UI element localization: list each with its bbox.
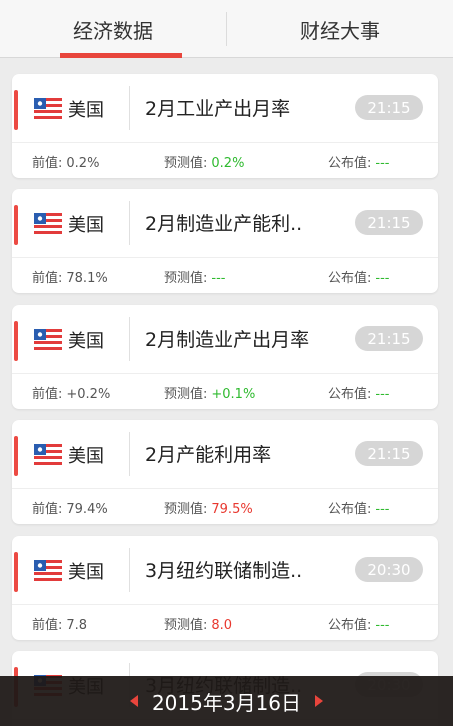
- event-time: 21:15: [355, 441, 423, 466]
- prev-label: 前值:: [32, 156, 63, 171]
- event-title: 2月制造业产能利..: [145, 213, 303, 235]
- forecast-label: 预测值:: [164, 156, 208, 171]
- prev-value: 前值: +0.2%: [32, 383, 110, 402]
- us-flag-icon: [34, 213, 62, 234]
- event-card[interactable]: 美国 2月制造业产能利.. 21:15 前值: 78.1% 预测值: --- 公布值: ---: [12, 189, 438, 293]
- card-separator: [12, 142, 438, 143]
- event-card[interactable]: 美国 2月工业产出月率 21:15 前值: 0.2% 预测值: 0.2% 公布值: ---: [12, 74, 438, 178]
- card-separator: [12, 373, 438, 374]
- prev-value: 前值: 7.8: [32, 614, 87, 633]
- published-label: 公布值:: [328, 618, 372, 633]
- current-date[interactable]: 2015年3月16日: [152, 687, 301, 716]
- event-card[interactable]: 美国 2月产能利用率 21:15 前值: 79.4% 预测值: 79.5% 公布值: ---: [12, 420, 438, 524]
- forecast-label: 预测值:: [164, 271, 208, 286]
- event-country: 美国: [68, 562, 104, 583]
- event-country: 美国: [68, 215, 104, 236]
- prev-number: 78.1%: [66, 271, 108, 286]
- event-card[interactable]: 美国 3月纽约联储制造.. 20:30 前值: 7.8 预测值: 8.0 公布值: ---: [12, 536, 438, 640]
- event-list[interactable]: 美国 2月工业产出月率 21:15 前值: 0.2% 预测值: 0.2% 公布值: --- 美国 2…: [0, 58, 453, 726]
- prev-value: 前值: 78.1%: [32, 267, 108, 286]
- forecast-label: 预测值:: [164, 502, 208, 517]
- forecast-number: 8.0: [211, 618, 233, 633]
- event-time: 20:30: [355, 557, 423, 582]
- published-label: 公布值:: [328, 156, 372, 171]
- prev-number: 79.4%: [66, 502, 108, 517]
- importance-bar: [14, 436, 18, 476]
- event-time: 21:15: [355, 210, 423, 235]
- published-number: ---: [375, 156, 390, 171]
- forecast-number: ---: [211, 271, 226, 286]
- card-separator: [12, 604, 438, 605]
- published-value: 公布值: ---: [328, 267, 389, 286]
- event-title: 3月纽约联储制造..: [145, 560, 303, 582]
- published-value: 公布值: ---: [328, 383, 389, 402]
- card-divider: [129, 548, 130, 592]
- us-flag-icon: [34, 560, 62, 581]
- tab-bar: 经济数据 财经大事: [0, 0, 453, 58]
- importance-bar: [14, 552, 18, 592]
- card-divider: [129, 201, 130, 245]
- tab-financial-events[interactable]: 财经大事: [227, 0, 453, 58]
- forecast-number: 79.5%: [211, 502, 253, 517]
- forecast-value: 预测值: +0.1%: [164, 383, 255, 402]
- forecast-number: +0.1%: [211, 387, 256, 402]
- published-number: ---: [375, 502, 390, 517]
- card-divider: [129, 86, 130, 130]
- card-separator: [12, 257, 438, 258]
- prev-label: 前值:: [32, 271, 63, 286]
- published-label: 公布值:: [328, 271, 372, 286]
- event-country: 美国: [68, 100, 104, 121]
- published-number: ---: [375, 618, 390, 633]
- published-value: 公布值: ---: [328, 614, 389, 633]
- card-divider: [129, 317, 130, 361]
- event-time: 21:15: [355, 95, 423, 120]
- us-flag-icon: [34, 444, 62, 465]
- prev-label: 前值:: [32, 387, 63, 402]
- event-title: 2月产能利用率: [145, 444, 272, 466]
- published-value: 公布值: ---: [328, 498, 389, 517]
- card-divider: [129, 432, 130, 476]
- importance-bar: [14, 205, 18, 245]
- prev-label: 前值:: [32, 502, 63, 517]
- published-number: ---: [375, 271, 390, 286]
- event-title: 2月制造业产出月率: [145, 329, 310, 351]
- forecast-value: 预测值: 0.2%: [164, 152, 244, 171]
- prev-value: 前值: 79.4%: [32, 498, 108, 517]
- prev-number: 0.2%: [66, 156, 100, 171]
- prev-number: 7.8: [66, 618, 88, 633]
- prev-number: +0.2%: [66, 387, 111, 402]
- published-label: 公布值:: [328, 502, 372, 517]
- published-value: 公布值: ---: [328, 152, 389, 171]
- event-card[interactable]: 美国 2月制造业产出月率 21:15 前值: +0.2% 预测值: +0.1% 公布值: ---: [12, 305, 438, 409]
- previous-day-icon[interactable]: [129, 695, 138, 707]
- event-time: 21:15: [355, 326, 423, 351]
- forecast-label: 预测值:: [164, 618, 208, 633]
- forecast-value: 预测值: ---: [164, 267, 225, 286]
- published-label: 公布值:: [328, 387, 372, 402]
- date-bar: 2015年3月16日: [0, 676, 453, 726]
- forecast-value: 预测值: 79.5%: [164, 498, 253, 517]
- importance-bar: [14, 90, 18, 130]
- next-day-icon[interactable]: [315, 695, 324, 707]
- us-flag-icon: [34, 98, 62, 119]
- us-flag-icon: [34, 329, 62, 350]
- tab-economic-data[interactable]: 经济数据: [0, 0, 226, 58]
- forecast-value: 预测值: 8.0: [164, 614, 232, 633]
- prev-value: 前值: 0.2%: [32, 152, 99, 171]
- forecast-label: 预测值:: [164, 387, 208, 402]
- importance-bar: [14, 321, 18, 361]
- published-number: ---: [375, 387, 390, 402]
- card-separator: [12, 488, 438, 489]
- forecast-number: 0.2%: [211, 156, 245, 171]
- event-country: 美国: [68, 446, 104, 467]
- event-country: 美国: [68, 331, 104, 352]
- prev-label: 前值:: [32, 618, 63, 633]
- event-title: 2月工业产出月率: [145, 98, 291, 120]
